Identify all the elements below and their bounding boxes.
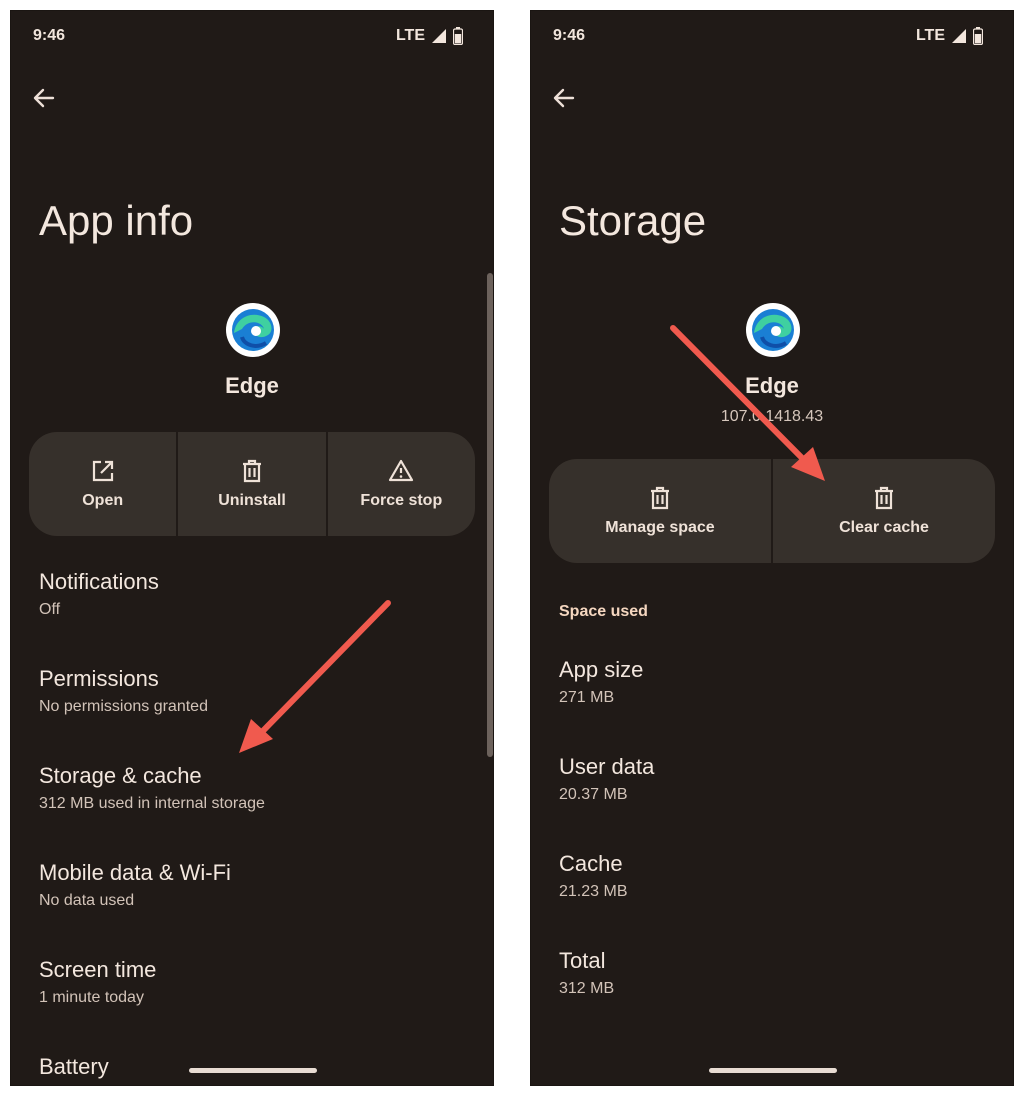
page-title: App info <box>39 197 194 244</box>
clear-cache-button[interactable]: Clear cache <box>771 459 995 563</box>
screen-time-item[interactable]: Screen time 1 minute today <box>39 955 473 1052</box>
app-name: Edge <box>745 373 799 398</box>
trash-icon <box>875 486 893 510</box>
back-button[interactable] <box>29 83 59 113</box>
uninstall-button[interactable]: Uninstall <box>176 432 326 536</box>
trash-icon <box>242 459 261 483</box>
home-indicator[interactable] <box>189 1068 317 1073</box>
item-subtitle: No data used <box>39 892 135 909</box>
item-subtitle: 20.37 MB <box>559 786 628 803</box>
item-title: Permissions <box>39 666 159 691</box>
status-icons: LTE <box>916 27 983 45</box>
home-indicator[interactable] <box>709 1068 837 1073</box>
battery-icon <box>453 27 463 45</box>
item-subtitle: No permissions granted <box>39 698 208 715</box>
permissions-item[interactable]: Permissions No permissions granted <box>39 664 473 761</box>
item-title: Total <box>559 948 606 973</box>
item-title: Cache <box>559 851 623 876</box>
open-label: Open <box>82 492 124 509</box>
back-arrow-icon <box>553 88 575 108</box>
manage-space-button[interactable]: Manage space <box>549 459 771 563</box>
app-actions: Open Uninstall Force stop <box>29 432 475 536</box>
item-subtitle: 271 MB <box>559 689 615 706</box>
item-title: User data <box>559 754 655 779</box>
scrollbar[interactable] <box>487 273 493 757</box>
app-size-item: App size 271 MB <box>559 655 993 752</box>
status-bar: 9:46 LTE <box>531 25 1013 49</box>
status-icons: LTE <box>396 27 463 45</box>
app-version: 107.0.1418.43 <box>720 408 824 425</box>
item-title: Storage & cache <box>39 763 202 788</box>
network-type: LTE <box>395 27 425 44</box>
clear-cache-label: Clear cache <box>839 519 929 536</box>
signal-icon <box>432 29 446 43</box>
back-button[interactable] <box>549 83 579 113</box>
item-subtitle: 312 MB used in internal storage <box>39 795 265 812</box>
item-title: Battery <box>39 1054 109 1079</box>
section-header: Space used <box>559 603 648 620</box>
back-arrow-icon <box>33 88 55 108</box>
notifications-item[interactable]: Notifications Off <box>39 567 473 664</box>
status-time: 9:46 <box>553 27 586 44</box>
force-stop-label: Force stop <box>360 492 443 509</box>
item-title: Mobile data & Wi-Fi <box>39 860 231 885</box>
network-type: LTE <box>915 27 945 44</box>
item-subtitle: 21.23 MB <box>559 883 628 900</box>
battery-icon <box>973 27 983 45</box>
force-stop-button[interactable]: Force stop <box>325 432 475 536</box>
total-item: Total 312 MB <box>559 946 993 1043</box>
mobile-data-item[interactable]: Mobile data & Wi-Fi No data used <box>39 858 473 955</box>
edge-logo-icon <box>226 303 280 357</box>
signal-icon <box>952 29 966 43</box>
app-info-screen: 9:46 LTE App info Edge Open Uninstall Fo… <box>10 10 494 1086</box>
item-subtitle: 1 minute today <box>39 989 144 1006</box>
open-external-icon <box>92 460 113 482</box>
app-info-list: Notifications Off Permissions No permiss… <box>39 567 473 1085</box>
manage-space-label: Manage space <box>605 519 715 536</box>
status-time: 9:46 <box>33 27 66 44</box>
item-subtitle: 312 MB <box>559 980 615 997</box>
page-title: Storage <box>559 197 707 244</box>
status-bar: 9:46 LTE <box>11 25 493 49</box>
item-title: App size <box>559 657 644 682</box>
user-data-item: User data 20.37 MB <box>559 752 993 849</box>
app-name: Edge <box>225 373 279 398</box>
item-subtitle: Off <box>39 601 61 618</box>
trash-icon <box>651 486 669 510</box>
item-title: Notifications <box>39 569 159 594</box>
storage-screen: 9:46 LTE Storage Edge 107.0.1418.43 Mana… <box>530 10 1014 1086</box>
open-button[interactable]: Open <box>29 432 177 536</box>
edge-logo-icon <box>746 303 800 357</box>
storage-actions: Manage space Clear cache <box>549 459 995 563</box>
storage-list: App size 271 MB User data 20.37 MB Cache… <box>559 655 993 1043</box>
cache-item: Cache 21.23 MB <box>559 849 993 946</box>
item-title: Screen time <box>39 957 157 982</box>
warning-icon <box>389 459 414 482</box>
storage-cache-item[interactable]: Storage & cache 312 MB used in internal … <box>39 761 473 858</box>
uninstall-label: Uninstall <box>218 492 286 509</box>
